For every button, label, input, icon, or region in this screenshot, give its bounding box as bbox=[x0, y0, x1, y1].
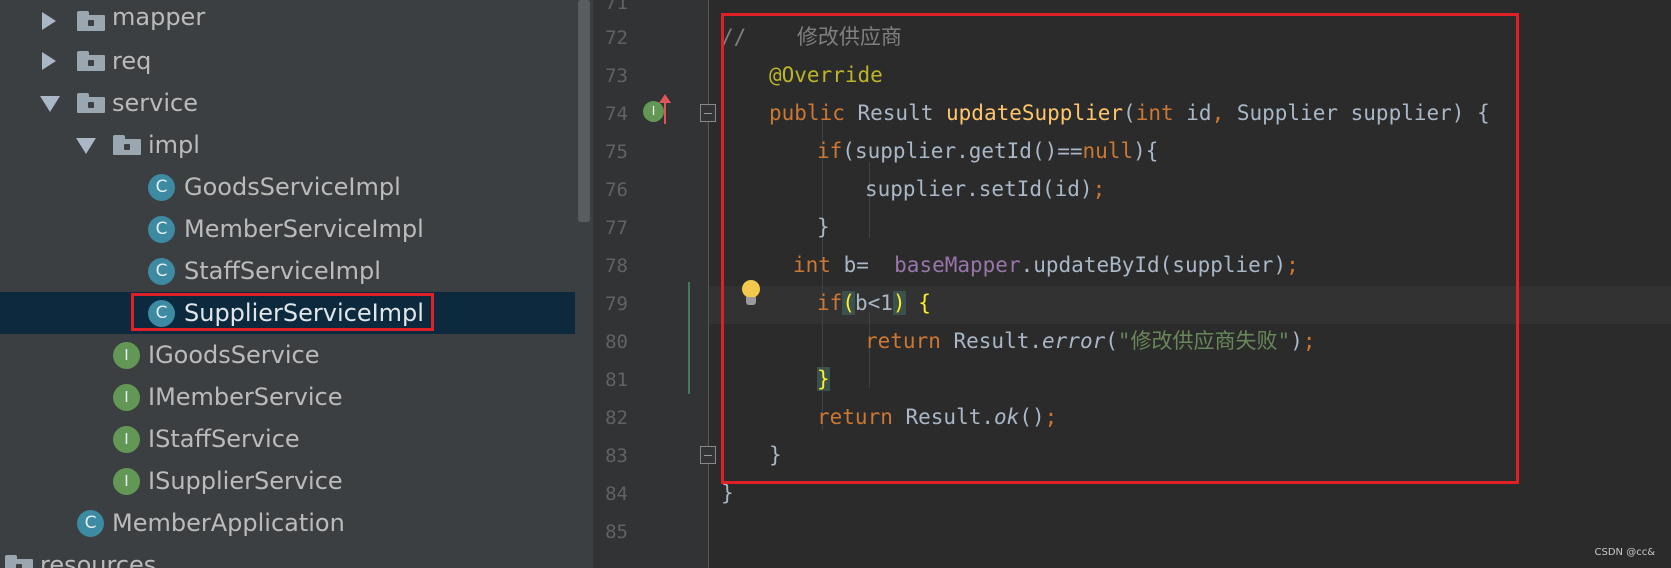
tree-item-label: req bbox=[112, 47, 152, 75]
line-number: 79 bbox=[605, 293, 628, 315]
expand-arrow-icon[interactable] bbox=[42, 12, 56, 30]
tree-item-mapper[interactable]: mapper bbox=[0, 0, 575, 42]
tree-item-goods-service-impl[interactable]: C GoodsServiceImpl bbox=[0, 166, 575, 208]
interface-icon: I bbox=[113, 468, 140, 495]
tree-item-isupplier-service[interactable]: I ISupplierService bbox=[0, 460, 575, 502]
tree-scrollbar-thumb[interactable] bbox=[578, 0, 590, 222]
tree-item-impl[interactable]: impl bbox=[0, 124, 575, 166]
tree-item-imember-service[interactable]: I IMemberService bbox=[0, 376, 575, 418]
collapse-arrow-icon[interactable] bbox=[76, 138, 96, 154]
class-icon: C bbox=[148, 216, 175, 243]
tree-item-member-application[interactable]: C MemberApplication bbox=[0, 502, 575, 544]
folder-icon bbox=[113, 135, 141, 155]
tree-item-label: IStaffService bbox=[148, 425, 300, 453]
tree-item-label: GoodsServiceImpl bbox=[184, 173, 401, 201]
tree-item-service[interactable]: service bbox=[0, 82, 575, 124]
line-number: 83 bbox=[605, 445, 628, 467]
tree-item-staff-service-impl[interactable]: C StaffServiceImpl bbox=[0, 250, 575, 292]
tree-item-label: impl bbox=[148, 131, 200, 159]
line-number: 72 bbox=[605, 27, 628, 49]
project-tree-panel: mapper req service impl C GoodsServiceIm… bbox=[0, 0, 593, 568]
line-number: 80 bbox=[605, 331, 628, 353]
tree-item-label: MemberApplication bbox=[112, 509, 345, 537]
line-number: 74 bbox=[605, 103, 628, 125]
watermark: CSDN @cc& bbox=[1594, 547, 1655, 558]
tree-item-member-service-impl[interactable]: C MemberServiceImpl bbox=[0, 208, 575, 250]
tree-item-label: StaffServiceImpl bbox=[184, 257, 381, 285]
folder-icon bbox=[77, 93, 105, 113]
class-icon: C bbox=[148, 174, 175, 201]
line-number: 77 bbox=[605, 217, 628, 239]
expand-arrow-icon[interactable] bbox=[42, 52, 56, 70]
interface-icon: I bbox=[113, 342, 140, 369]
line-number: 85 bbox=[605, 521, 628, 543]
line-number: 76 bbox=[605, 179, 628, 201]
tree-item-label: resources bbox=[40, 551, 157, 568]
tree-item-req[interactable]: req bbox=[0, 40, 575, 82]
tree-item-istaff-service[interactable]: I IStaffService bbox=[0, 418, 575, 460]
vcs-change-marker[interactable] bbox=[688, 282, 690, 394]
line-number: 81 bbox=[605, 369, 628, 391]
folder-icon bbox=[5, 555, 33, 568]
line-number: 75 bbox=[605, 141, 628, 163]
tree-item-label: MemberServiceImpl bbox=[184, 215, 424, 243]
line-number: 71 bbox=[605, 0, 628, 14]
tree-item-label: IMemberService bbox=[148, 383, 343, 411]
line-number: 73 bbox=[605, 65, 628, 87]
implements-method-icon[interactable]: I bbox=[643, 101, 664, 122]
folder-icon bbox=[77, 51, 105, 71]
line-number: 82 bbox=[605, 407, 628, 429]
spring-boot-app-icon: C bbox=[77, 510, 104, 537]
class-icon: C bbox=[148, 258, 175, 285]
interface-icon: I bbox=[113, 384, 140, 411]
go-to-interface-arrow-icon[interactable] bbox=[659, 94, 671, 124]
tree-item-label: service bbox=[112, 89, 198, 117]
selected-file-highlight-box bbox=[131, 293, 434, 331]
tree-item-resources[interactable]: resources bbox=[0, 544, 575, 568]
tree-item-label: mapper bbox=[112, 3, 206, 31]
line-number: 84 bbox=[605, 483, 628, 505]
interface-icon: I bbox=[113, 426, 140, 453]
tree-item-label: IGoodsService bbox=[148, 341, 320, 369]
line-number: 78 bbox=[605, 255, 628, 277]
tree-item-label: ISupplierService bbox=[148, 467, 343, 495]
tree-item-igoods-service[interactable]: I IGoodsService bbox=[0, 334, 575, 376]
code-highlight-box bbox=[721, 13, 1519, 484]
folder-icon bbox=[77, 11, 105, 31]
collapse-arrow-icon[interactable] bbox=[40, 96, 60, 112]
